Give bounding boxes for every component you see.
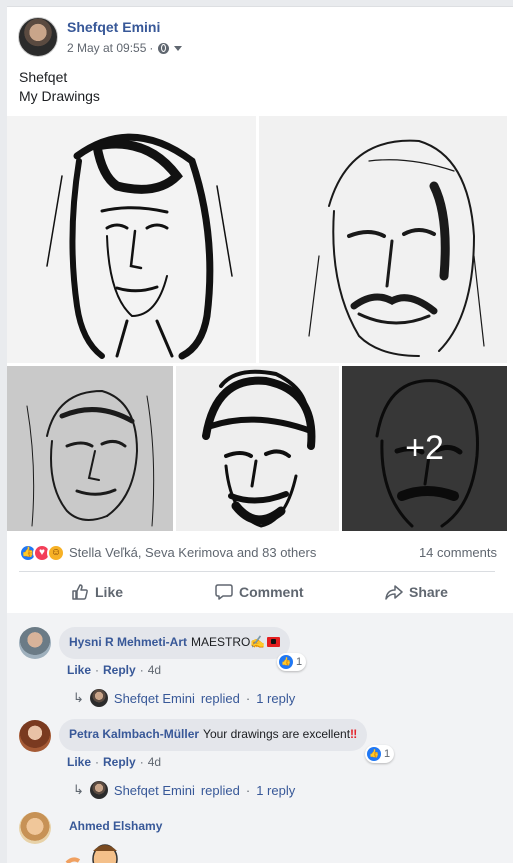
comment-reactions[interactable]: 👍 1 bbox=[277, 653, 307, 671]
comment-reply-link[interactable]: Reply bbox=[103, 663, 136, 677]
post-meta: 2 May at 09:55 · bbox=[67, 41, 183, 55]
comments-count[interactable]: 14 comments bbox=[419, 545, 497, 560]
divider bbox=[19, 571, 495, 572]
double-exclamation-icon: ‼ bbox=[350, 727, 358, 741]
comment-text: Your drawings are excellent bbox=[203, 727, 351, 741]
separator: · bbox=[245, 782, 251, 798]
thumbs-up-icon bbox=[71, 583, 89, 601]
avatar[interactable] bbox=[19, 812, 51, 844]
comment-label: Comment bbox=[239, 584, 304, 600]
post-timestamp[interactable]: 2 May at 09:55 bbox=[67, 41, 146, 55]
comment-like-link[interactable]: Like bbox=[67, 755, 91, 769]
comment-actions: Like · Reply · 4d bbox=[67, 755, 161, 769]
albania-flag-icon bbox=[267, 637, 281, 647]
author-name[interactable]: Shefqet Emini bbox=[67, 19, 160, 35]
sketch-capped-man-portrait bbox=[202, 369, 316, 528]
sketch-old-man-portrait bbox=[308, 139, 485, 357]
separator: · bbox=[95, 755, 100, 769]
sketch-woman-portrait bbox=[46, 133, 233, 360]
share-button[interactable]: Share bbox=[385, 577, 448, 607]
share-label: Share bbox=[409, 584, 448, 600]
comment-author[interactable]: Hysni R Mehmeti-Art bbox=[69, 635, 187, 649]
author-avatar[interactable] bbox=[18, 17, 58, 57]
drawing-photo[interactable] bbox=[176, 366, 339, 531]
drawing-photo[interactable] bbox=[259, 116, 507, 363]
like-label: Like bbox=[95, 584, 124, 600]
reply-count: 1 reply bbox=[256, 690, 296, 706]
comment-bubble: Hysni R Mehmeti-Art MAESTRO✍ bbox=[59, 627, 291, 659]
comment-author[interactable]: Petra Kalmbach-Müller bbox=[69, 727, 199, 741]
drawing-photo[interactable] bbox=[7, 366, 173, 531]
reply-verb: replied bbox=[200, 782, 240, 798]
share-arrow-icon bbox=[385, 583, 403, 601]
sketch-bald-man-portrait bbox=[26, 389, 155, 527]
separator: · bbox=[139, 755, 144, 769]
comment-actions: Like · Reply · 4d bbox=[67, 663, 161, 677]
post-card: Shefqet Emini 2 May at 09:55 · Shefqet M… bbox=[7, 6, 513, 863]
separator: · bbox=[95, 663, 100, 677]
like-button[interactable]: Like bbox=[71, 577, 123, 607]
comment-time[interactable]: 4d bbox=[148, 663, 161, 677]
post-actions: Like Comment Share bbox=[19, 577, 495, 607]
like-reaction-icon: 👍 bbox=[367, 747, 381, 761]
comment-bubble: Petra Kalmbach-Müller Your drawings are e… bbox=[59, 719, 368, 751]
avatar[interactable] bbox=[19, 720, 51, 752]
avatar bbox=[89, 781, 108, 799]
chevron-down-icon[interactable] bbox=[174, 45, 183, 51]
post-text-line: My Drawings bbox=[19, 88, 100, 104]
comment-author[interactable]: Ahmed Elshamy bbox=[69, 819, 162, 833]
drawing-photo[interactable]: +2 bbox=[342, 366, 507, 531]
reply-arrow-icon: ↳ bbox=[73, 690, 84, 705]
comment-button[interactable]: Comment bbox=[215, 577, 304, 607]
reaction-names[interactable]: Stella Veľká, Seva Kerimova and 83 other… bbox=[69, 545, 316, 560]
globe-icon[interactable] bbox=[158, 42, 170, 54]
reaction-icons[interactable]: 👍 ♥ ☺ bbox=[19, 544, 71, 562]
comment-reply-link[interactable]: Reply bbox=[103, 755, 136, 769]
post-text: Shefqet My Drawings bbox=[19, 68, 100, 106]
reply-author: Shefqet Emini bbox=[113, 690, 195, 706]
reply-author: Shefqet Emini bbox=[113, 782, 195, 798]
avatar bbox=[89, 689, 108, 707]
comment-reactions[interactable]: 👍 1 bbox=[365, 745, 395, 763]
post-text-line: Shefqet bbox=[19, 69, 68, 85]
separator: · bbox=[245, 690, 251, 706]
reply-preview[interactable]: ↳ Shefqet Emini replied · 1 reply bbox=[73, 689, 295, 707]
sticker-image bbox=[65, 844, 118, 863]
more-photos-overlay[interactable]: +2 bbox=[342, 366, 507, 531]
drawing-photo[interactable] bbox=[7, 116, 256, 363]
reply-arrow-icon: ↳ bbox=[73, 782, 84, 797]
comment-like-link[interactable]: Like bbox=[67, 663, 91, 677]
comment-reaction-count: 1 bbox=[384, 748, 391, 760]
meta-separator: · bbox=[149, 41, 154, 55]
avatar[interactable] bbox=[19, 627, 51, 659]
comment-reaction-count: 1 bbox=[296, 656, 303, 668]
comments-section: Hysni R Mehmeti-Art MAESTRO✍ 👍 1 Like · Rep… bbox=[7, 613, 513, 863]
comment-text: MAESTRO bbox=[191, 635, 251, 649]
like-reaction-icon: 👍 bbox=[279, 655, 293, 669]
reply-preview[interactable]: ↳ Shefqet Emini replied · 1 reply bbox=[73, 781, 295, 799]
care-reaction-icon: ☺ bbox=[47, 544, 65, 562]
comment-bubble-icon bbox=[215, 583, 233, 601]
separator: · bbox=[139, 663, 144, 677]
reply-count: 1 reply bbox=[256, 782, 296, 798]
reactions-summary: 👍 ♥ ☺ Stella Veľká, Seva Kerimova and 83… bbox=[19, 541, 497, 563]
reply-verb: replied bbox=[200, 690, 240, 706]
comment-time[interactable]: 4d bbox=[148, 755, 161, 769]
writing-hand-icon: ✍ bbox=[250, 635, 266, 649]
